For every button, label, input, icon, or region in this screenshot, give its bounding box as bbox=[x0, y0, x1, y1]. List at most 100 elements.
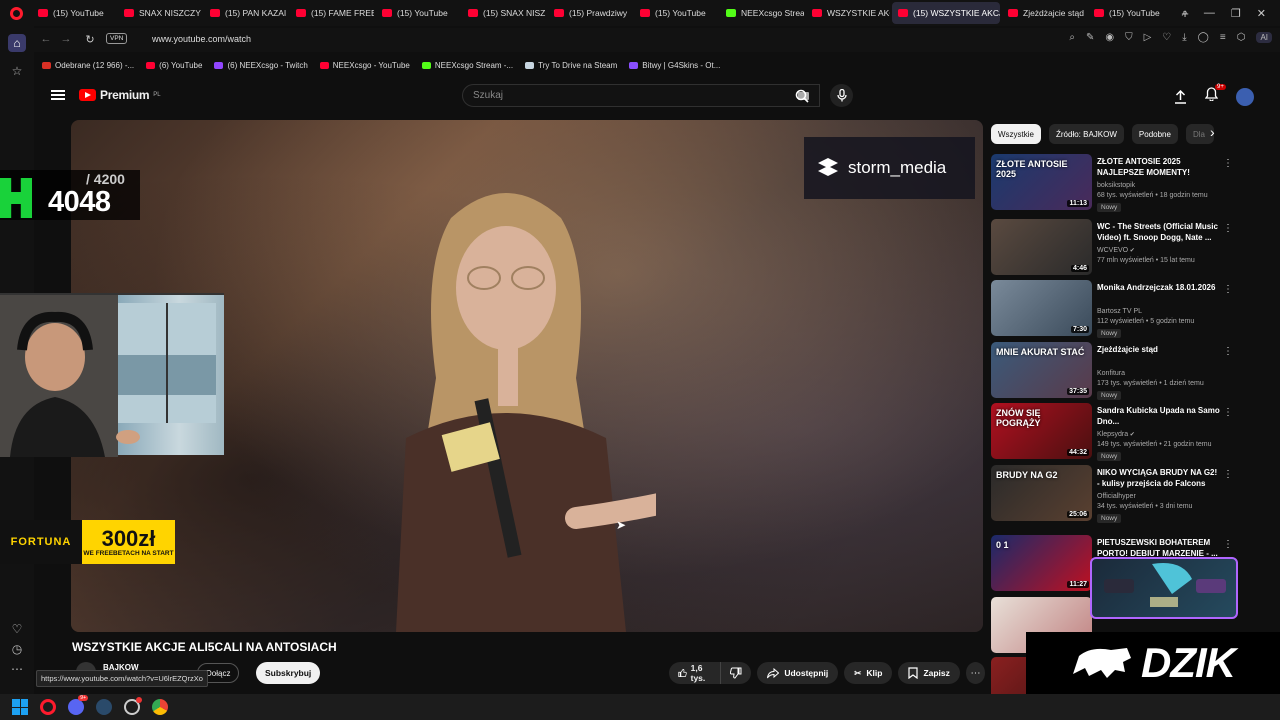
recommendation-item[interactable]: 4:46 WC - The Streets (Official Music Vid… bbox=[991, 219, 1246, 277]
notifications-button[interactable]: 9+ bbox=[1204, 84, 1226, 106]
upload-icon[interactable] bbox=[1174, 89, 1187, 104]
forward-arrow-icon[interactable]: → bbox=[54, 33, 78, 45]
recommendation-title[interactable]: ZŁOTE ANTOSIE 2025 NAJLEPSZE MOMENTY! bbox=[1097, 156, 1221, 178]
recommendation-channel[interactable]: Bartosz TV PL bbox=[1097, 308, 1142, 315]
browser-tab[interactable]: NEEXcsgo Strea bbox=[720, 2, 804, 24]
bookmark-item[interactable]: (6) NEEXcsgo - Twitch bbox=[214, 61, 308, 70]
vpn-badge[interactable]: VPN bbox=[106, 33, 128, 44]
camera-icon[interactable]: ◉ bbox=[1105, 32, 1114, 43]
video-thumbnail[interactable]: BRUDY NA G2 25:06 bbox=[991, 465, 1092, 521]
maximize-icon[interactable]: ❐ bbox=[1231, 7, 1241, 20]
search-page-icon[interactable]: ⌕ bbox=[1069, 32, 1075, 43]
filter-chip[interactable]: Źródło: BAJKOW bbox=[1049, 124, 1124, 144]
youtube-logo[interactable]: Premium PL bbox=[79, 88, 161, 102]
clip-button[interactable]: ✂ Klip bbox=[844, 662, 893, 684]
bookmark-item[interactable]: Odebrane (12 966) -... bbox=[42, 61, 134, 70]
recommendation-channel[interactable]: WCVEVO ✔ bbox=[1097, 247, 1135, 254]
video-thumbnail[interactable]: ZŁOTE ANTOSIE 2025 11:13 bbox=[991, 154, 1092, 210]
recommendation-item[interactable]: ZNÓW SIĘ POGRĄŻY 44:32 Sandra Kubicka Upad… bbox=[991, 403, 1246, 461]
browser-tab[interactable]: WSZYSTKIE AKC bbox=[806, 2, 890, 24]
bookmark-item[interactable]: Try To Drive na Steam bbox=[525, 61, 617, 70]
video-thumbnail[interactable]: ZNÓW SIĘ POGRĄŻY 44:32 bbox=[991, 403, 1092, 459]
more-options-icon[interactable]: ⋮ bbox=[1223, 223, 1233, 234]
browser-tab[interactable]: Zjeżdżajcie stąd bbox=[1002, 2, 1086, 24]
bookmark-item[interactable]: Bitwy | G4Skins - Ot... bbox=[629, 61, 720, 70]
pinboard-icon[interactable]: ☆ bbox=[8, 62, 26, 80]
like-button[interactable]: 1,6 tys. bbox=[669, 662, 720, 684]
more-options-icon[interactable]: ⋮ bbox=[1223, 158, 1233, 169]
url-field[interactable]: www.youtube.com/watch bbox=[152, 34, 251, 44]
close-window-icon[interactable]: ✕ bbox=[1257, 7, 1266, 20]
bookmark-item[interactable]: NEEXcsgo - YouTube bbox=[319, 61, 410, 70]
subscribe-button[interactable]: Subskrybuj bbox=[256, 662, 321, 684]
minimize-icon[interactable]: — bbox=[1204, 7, 1215, 19]
app-taskbar-icon[interactable] bbox=[124, 697, 142, 715]
video-thumbnail[interactable]: 0 1 11:27 bbox=[991, 535, 1092, 591]
windows-start-icon[interactable] bbox=[12, 699, 28, 715]
search-input[interactable] bbox=[463, 85, 819, 106]
browser-tab[interactable]: (15) Prawdziwy bbox=[548, 2, 632, 24]
discord-taskbar-icon[interactable]: 9+ bbox=[68, 695, 88, 715]
menu-icon[interactable]: ≡ bbox=[1220, 32, 1226, 43]
guide-menu-icon[interactable] bbox=[51, 90, 65, 100]
browser-tab[interactable]: (15) SNAX NISZ bbox=[462, 2, 546, 24]
video-thumbnail[interactable]: 4:46 bbox=[991, 219, 1092, 275]
recommendation-item[interactable]: BRUDY NA G2 25:06 NIKO WYCIĄGA BRUDY NA G2… bbox=[991, 465, 1246, 523]
profile-icon[interactable]: ◯ bbox=[1198, 32, 1209, 43]
recommendation-title[interactable]: Zjeżdżajcie stąd bbox=[1097, 344, 1221, 355]
chrome-taskbar-icon[interactable] bbox=[152, 699, 168, 715]
settings-taskbar-icon[interactable] bbox=[96, 699, 112, 715]
recommendation-title[interactable]: Sandra Kubicka Upada na Samo Dno... bbox=[1097, 405, 1221, 427]
player-icon[interactable]: ▷ bbox=[1144, 32, 1152, 43]
browser-tab[interactable]: (15) WSZYSTKIE AKCJ bbox=[892, 2, 1000, 24]
video-thumbnail[interactable]: 7:30 bbox=[991, 280, 1092, 336]
search-button[interactable] bbox=[784, 84, 820, 107]
bookmark-item[interactable]: (6) YouTube bbox=[146, 61, 202, 70]
edit-icon[interactable]: ✎ bbox=[1086, 32, 1094, 43]
more-options-icon[interactable]: ⋮ bbox=[1223, 469, 1233, 480]
filter-chip[interactable]: Wszystkie bbox=[991, 124, 1041, 144]
share-button[interactable]: Udostępnij bbox=[757, 662, 839, 684]
more-actions-icon[interactable]: ⋯ bbox=[965, 662, 986, 684]
recommendation-channel[interactable]: Klepsydra ✔ bbox=[1097, 431, 1135, 438]
opera-taskbar-icon[interactable] bbox=[40, 699, 56, 715]
history-clock-icon[interactable]: ◷ bbox=[8, 640, 26, 658]
more-options-icon[interactable]: ⋮ bbox=[1223, 346, 1233, 357]
tab-search-icon[interactable]: ⌕ bbox=[1182, 7, 1188, 20]
extensions-icon[interactable]: ⬡ bbox=[1237, 32, 1246, 43]
browser-tab[interactable]: (15) YouTube bbox=[1088, 2, 1172, 24]
chips-next-arrow-icon[interactable]: › bbox=[1210, 124, 1215, 140]
video-thumbnail[interactable]: MNIE AKURAT STAĆ 37:35 bbox=[991, 342, 1092, 398]
browser-tab[interactable]: (15) PAN KAZAI bbox=[204, 2, 288, 24]
browser-tab[interactable]: (15) FAME FREE bbox=[290, 2, 374, 24]
voice-search-button[interactable] bbox=[830, 84, 853, 107]
more-options-icon[interactable]: ⋮ bbox=[1223, 539, 1233, 550]
browser-tab[interactable]: (15) YouTube bbox=[634, 2, 718, 24]
account-avatar[interactable] bbox=[1236, 87, 1254, 106]
recommendation-title[interactable]: Monika Andrzejczak 18.01.2026 bbox=[1097, 282, 1221, 293]
more-dots-icon[interactable]: ⋯ bbox=[8, 660, 26, 678]
recommendation-title[interactable]: PIETUSZEWSKI BOHATEREM PORTO! DEBIUT MAR… bbox=[1097, 537, 1221, 559]
favorites-heart-icon[interactable]: ♡ bbox=[8, 620, 26, 638]
reload-icon[interactable]: ↻ bbox=[78, 33, 102, 46]
opera-logo-icon[interactable] bbox=[0, 0, 32, 26]
recommendation-item[interactable]: ZŁOTE ANTOSIE 2025 11:13 ZŁOTE ANTOSIE 202… bbox=[991, 154, 1246, 212]
ai-button[interactable]: AI bbox=[1256, 32, 1272, 43]
recommendation-title[interactable]: NIKO WYCIĄGA BRUDY NA G2! - kulisy przej… bbox=[1097, 467, 1221, 489]
home-icon[interactable]: ⌂ bbox=[8, 34, 26, 52]
dislike-button[interactable] bbox=[720, 662, 751, 684]
browser-tab[interactable]: SNAX NISZCZY bbox=[118, 2, 202, 24]
recommendation-channel[interactable]: boksikstopik bbox=[1097, 182, 1135, 189]
more-options-icon[interactable]: ⋮ bbox=[1223, 284, 1233, 295]
more-options-icon[interactable]: ⋮ bbox=[1223, 407, 1233, 418]
recommendation-title[interactable]: WC - The Streets (Official Music Video) … bbox=[1097, 221, 1221, 243]
browser-tab[interactable]: (15) YouTube bbox=[32, 2, 116, 24]
recommendation-channel[interactable]: Konfitura bbox=[1097, 370, 1125, 377]
save-button[interactable]: Zapisz bbox=[898, 662, 960, 684]
heart-icon[interactable]: ♡ bbox=[1162, 32, 1171, 43]
download-icon[interactable]: ⤓ bbox=[1182, 32, 1186, 43]
filter-chip[interactable]: Podobne bbox=[1131, 124, 1178, 144]
shield-icon[interactable]: ⛉ bbox=[1125, 32, 1133, 43]
recommendation-item[interactable]: 7:30 Monika Andrzejczak 18.01.2026 ⋮ Bartos… bbox=[991, 280, 1246, 338]
recommendation-item[interactable]: MNIE AKURAT STAĆ 37:35 Zjeżdżajcie stąd ⋮ Ko… bbox=[991, 342, 1246, 400]
